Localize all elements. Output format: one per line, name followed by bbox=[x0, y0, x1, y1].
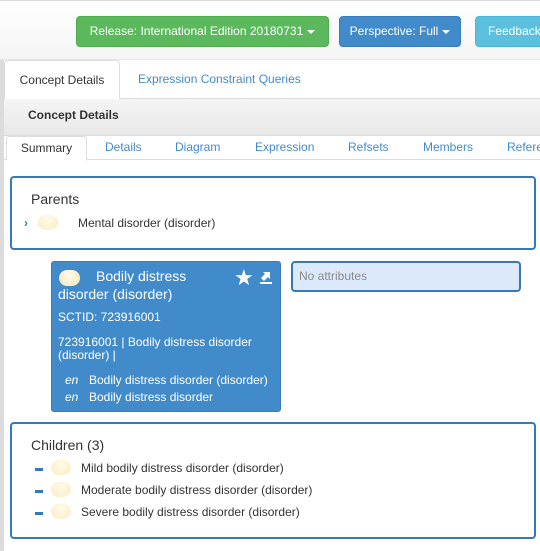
tab-members[interactable]: Members bbox=[423, 136, 473, 161]
feedback-label: Feedback bbox=[488, 24, 540, 38]
description-row: en Bodily distress disorder (disorder) bbox=[65, 373, 268, 387]
tab-concept-details[interactable]: Concept Details bbox=[4, 60, 120, 100]
dash-icon bbox=[35, 468, 43, 471]
focus-concept-card: Bodily distress disorder (disorder) ★ SC… bbox=[51, 261, 281, 412]
release-dropdown-button[interactable]: Release: International Edition 20180731 bbox=[76, 16, 329, 47]
panel-heading: Concept Details bbox=[4, 99, 540, 136]
parent-item[interactable]: › Mental disorder (disorder) bbox=[24, 215, 424, 233]
tab-details[interactable]: Details bbox=[105, 136, 142, 161]
concept-title: Bodily distress disorder (disorder) bbox=[58, 268, 187, 302]
concept-pill-icon bbox=[51, 482, 71, 497]
child-item[interactable]: Severe bodily distress disorder (disorde… bbox=[35, 504, 435, 522]
attributes-panel: No attributes bbox=[291, 261, 521, 292]
tab-expression[interactable]: Expression bbox=[255, 136, 314, 161]
sctid-label: SCTID: 723916001 bbox=[58, 310, 161, 324]
star-icon[interactable]: ★ bbox=[234, 267, 254, 289]
child-label[interactable]: Mild bodily distress disorder (disorder) bbox=[81, 461, 284, 475]
release-label: Release: International Edition 20180731 bbox=[89, 24, 304, 38]
dash-icon bbox=[35, 490, 43, 493]
concept-tabs: Summary Details Diagram Expression Refse… bbox=[4, 136, 540, 161]
child-label[interactable]: Severe bodily distress disorder (disorde… bbox=[81, 505, 300, 519]
tab-summary[interactable]: Summary bbox=[6, 136, 87, 161]
parents-title: Parents bbox=[31, 191, 80, 207]
concept-pill-icon bbox=[51, 460, 71, 475]
feedback-button[interactable]: Feedback bbox=[475, 16, 540, 47]
tab-refsets[interactable]: Refsets bbox=[348, 136, 389, 161]
children-panel: Children (3) Mild bodily distress disord… bbox=[10, 422, 536, 539]
child-item[interactable]: Moderate bodily distress disorder (disor… bbox=[35, 482, 435, 500]
parents-panel: Parents › Mental disorder (disorder) bbox=[10, 176, 536, 250]
description-row: en Bodily distress disorder bbox=[65, 390, 213, 404]
export-icon[interactable] bbox=[260, 270, 272, 284]
main-tabs: Concept Details Expression Constraint Qu… bbox=[4, 60, 540, 100]
concept-pill-icon bbox=[38, 215, 58, 230]
description-term: Bodily distress disorder bbox=[89, 390, 214, 404]
perspective-dropdown-button[interactable]: Perspective: Full bbox=[339, 16, 461, 47]
description-term: Bodily distress disorder (disorder) bbox=[89, 373, 268, 387]
caret-down-icon bbox=[307, 29, 316, 34]
child-label[interactable]: Moderate bodily distress disorder (disor… bbox=[81, 483, 312, 497]
tab-expression-constraint-queries[interactable]: Expression Constraint Queries bbox=[138, 60, 301, 100]
children-title: Children (3) bbox=[31, 437, 105, 453]
tab-diagram[interactable]: Diagram bbox=[175, 136, 220, 161]
concept-pill-icon bbox=[51, 504, 71, 519]
perspective-label: Perspective: Full bbox=[349, 24, 439, 38]
tab-references[interactable]: References bbox=[507, 136, 540, 161]
dash-icon bbox=[35, 512, 43, 515]
top-toolbar: Release: International Edition 20180731 … bbox=[0, 0, 540, 60]
child-item[interactable]: Mild bodily distress disorder (disorder) bbox=[35, 460, 435, 478]
language-code: en bbox=[65, 390, 79, 404]
caret-down-icon bbox=[442, 29, 451, 34]
chevron-right-icon[interactable]: › bbox=[24, 216, 28, 230]
language-code: en bbox=[65, 373, 79, 387]
fsn-expression: 723916001 | Bodily distress disorder (di… bbox=[58, 335, 252, 362]
parent-label[interactable]: Mental disorder (disorder) bbox=[78, 216, 215, 230]
